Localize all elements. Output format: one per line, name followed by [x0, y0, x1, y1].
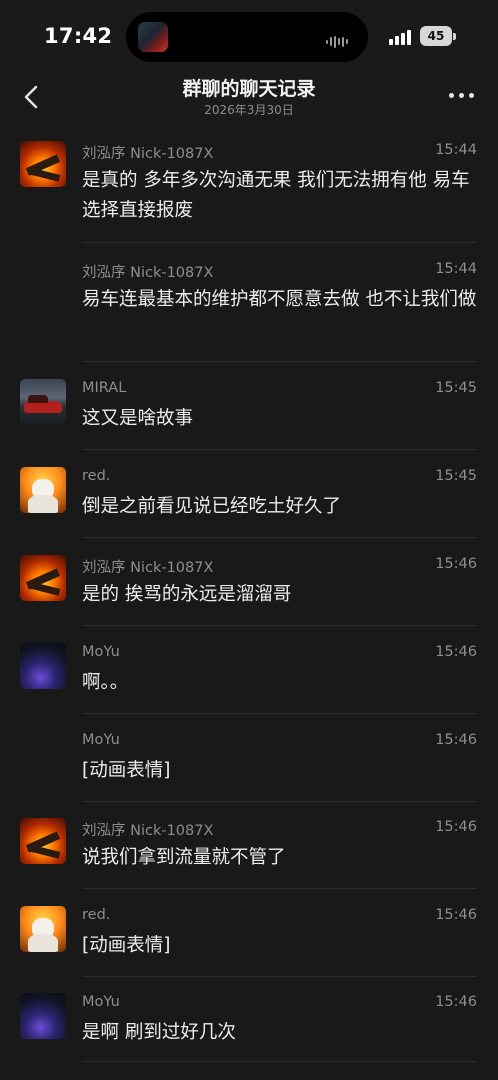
nav-bar: 群聊的聊天记录 2026年3月30日 — [0, 70, 498, 124]
message-text[interactable]: 这又是啥故事 — [82, 404, 478, 434]
message-time: 15:46 — [435, 819, 477, 835]
status-bar: 17:42 45 — [0, 0, 498, 70]
message-text[interactable]: 是啊 刷到过好几次 — [82, 1018, 478, 1048]
message-text[interactable]: 易车连最基本的维护都不愿意去做 也不让我们做 — [82, 285, 478, 315]
sender-name: 刘泓序 Nick-1087X — [82, 823, 214, 839]
avatar[interactable] — [20, 141, 66, 187]
cellular-signal-icon — [389, 29, 413, 45]
message-time: 15:45 — [435, 468, 477, 484]
message-time: 15:46 — [435, 732, 477, 748]
message-item[interactable]: red. 15:45 倒是之前看见说已经吃土好久了 — [0, 450, 498, 538]
message-list[interactable]: 刘泓序 Nick-1087X 15:44 是真的 多年多次沟通无果 我们无法拥有… — [0, 124, 498, 1080]
message-time: 15:44 — [435, 261, 477, 277]
message-item[interactable]: MIRAL 15:45 这又是啥故事 — [0, 362, 498, 450]
message-item[interactable]: 刘泓序 Nick-1087X 15:44 是真的 多年多次沟通无果 我们无法拥有… — [0, 124, 498, 243]
message-item[interactable]: 刘泓序 Nick-1087X 15:44 易车连最基本的维护都不愿意去做 也不让… — [0, 243, 498, 362]
status-time: 17:42 — [44, 24, 113, 48]
sender-name: MIRAL — [82, 380, 127, 396]
sender-name: 刘泓序 Nick-1087X — [82, 265, 214, 281]
sender-name: red. — [82, 907, 111, 923]
sender-name: red. — [82, 468, 111, 484]
message-time: 15:45 — [435, 380, 477, 396]
message-text[interactable]: [动画表情] — [82, 931, 478, 961]
sender-name: MoYu — [82, 644, 120, 660]
message-item[interactable]: red. 15:46 [动画表情] — [0, 889, 498, 977]
message-item[interactable]: MoYu 15:46 啊。。 — [0, 626, 498, 714]
battery-icon: 45 — [420, 26, 452, 46]
battery-tip — [453, 33, 456, 40]
message-text[interactable]: 是真的 多年多次沟通无果 我们无法拥有他 易车选择直接报废 — [82, 166, 478, 226]
message-item[interactable]: 刘泓序 Nick-1087X 15:46 说我们拿到流量就不管了 — [0, 801, 498, 889]
message-text[interactable]: 是的 挨骂的永远是溜溜哥 — [82, 580, 478, 610]
message-time: 15:44 — [435, 142, 477, 158]
message-item[interactable]: MoYu 15:46 是啊 刷到过好几次 — [0, 976, 498, 1063]
sender-name: 刘泓序 Nick-1087X — [82, 146, 214, 162]
avatar[interactable] — [20, 379, 66, 425]
avatar[interactable] — [20, 467, 66, 513]
dynamic-island[interactable] — [126, 12, 368, 62]
more-horizontal-icon[interactable] — [448, 93, 476, 101]
avatar[interactable] — [20, 555, 66, 601]
sender-name: 刘泓序 Nick-1087X — [82, 560, 214, 576]
message-time: 15:46 — [435, 556, 477, 572]
avatar[interactable] — [20, 818, 66, 864]
message-text[interactable]: [动画表情] — [82, 756, 478, 786]
message-time: 15:46 — [435, 644, 477, 660]
message-text[interactable]: 倒是之前看见说已经吃土好久了 — [82, 492, 478, 522]
avatar[interactable] — [20, 906, 66, 952]
page-subtitle: 2026年3月30日 — [204, 103, 294, 117]
message-time: 15:46 — [435, 907, 477, 923]
message-text[interactable]: 啊。。 — [82, 668, 478, 698]
divider — [82, 1061, 477, 1062]
sender-name: MoYu — [82, 732, 120, 748]
message-item[interactable]: MoYu 15:46 [动画表情] — [0, 714, 498, 802]
avatar[interactable] — [20, 643, 66, 689]
audio-waveform-icon — [326, 31, 354, 48]
page-title: 群聊的聊天记录 — [182, 78, 316, 100]
avatar[interactable] — [20, 993, 66, 1039]
now-playing-artwork — [138, 22, 168, 52]
message-time: 15:46 — [435, 994, 477, 1010]
sender-name: MoYu — [82, 994, 120, 1010]
message-item[interactable]: 刘泓序 Nick-1087X 15:46 是的 挨骂的永远是溜溜哥 — [0, 538, 498, 626]
message-text[interactable]: 说我们拿到流量就不管了 — [82, 843, 478, 873]
